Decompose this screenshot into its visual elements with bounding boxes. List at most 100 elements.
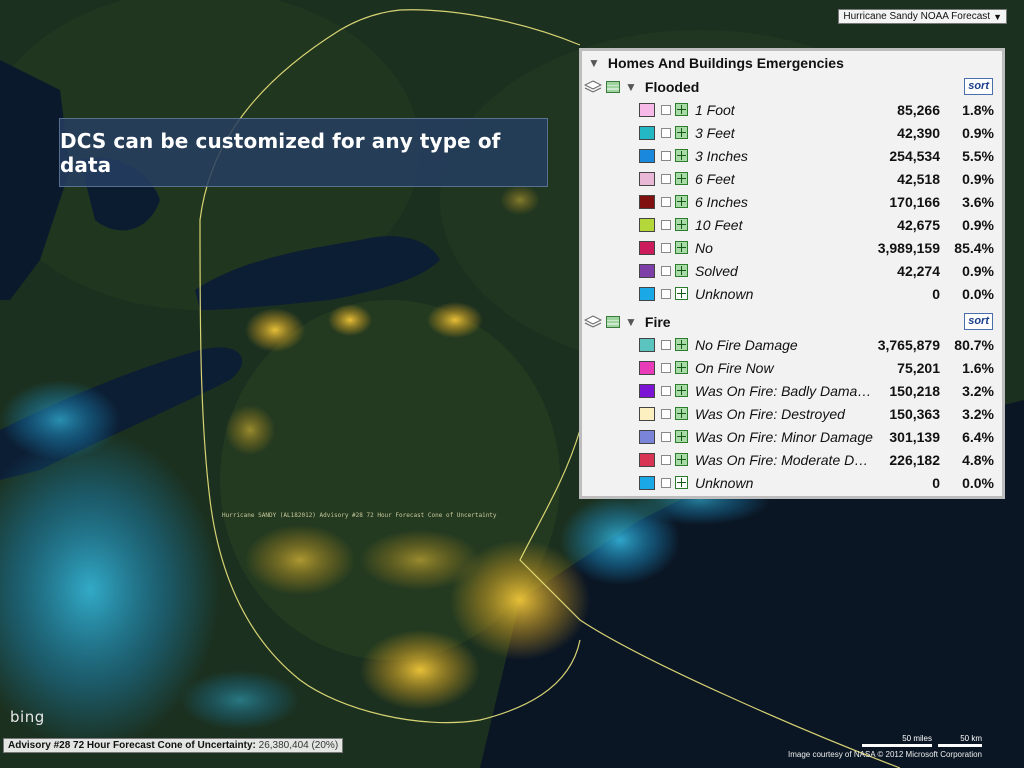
legend-row[interactable]: Was On Fire: Moderate Damage 226,182 4.8% bbox=[582, 448, 1002, 471]
legend-percent: 0.9% bbox=[962, 216, 994, 233]
collapse-triangle-icon[interactable]: ▼ bbox=[625, 315, 637, 329]
add-filter-icon[interactable] bbox=[675, 407, 688, 420]
add-filter-icon[interactable] bbox=[675, 361, 688, 374]
add-filter-icon[interactable] bbox=[675, 103, 688, 116]
legend-count: 42,675 bbox=[897, 216, 940, 233]
add-filter-icon[interactable] bbox=[675, 476, 688, 489]
legend-row[interactable]: 3 Feet 42,390 0.9% bbox=[582, 121, 1002, 144]
color-swatch[interactable] bbox=[639, 217, 655, 232]
add-filter-icon[interactable] bbox=[675, 218, 688, 231]
visibility-checkbox[interactable] bbox=[661, 477, 671, 488]
visibility-checkbox[interactable] bbox=[661, 150, 671, 161]
legend-row[interactable]: Was On Fire: Minor Damage 301,139 6.4% bbox=[582, 425, 1002, 448]
color-swatch[interactable] bbox=[639, 240, 655, 255]
color-swatch[interactable] bbox=[639, 148, 655, 163]
add-filter-icon[interactable] bbox=[675, 264, 688, 277]
color-swatch[interactable] bbox=[639, 360, 655, 375]
legend-row[interactable]: Solved 42,274 0.9% bbox=[582, 259, 1002, 282]
legend-row[interactable]: On Fire Now 75,201 1.6% bbox=[582, 356, 1002, 379]
legend-label: Solved bbox=[695, 262, 738, 279]
layers-icon[interactable] bbox=[584, 314, 602, 329]
legend-row[interactable]: Was On Fire: Badly Damaged 150,218 3.2% bbox=[582, 379, 1002, 402]
scale-bar-km: 50 km bbox=[938, 734, 982, 748]
color-swatch[interactable] bbox=[639, 102, 655, 117]
visibility-checkbox[interactable] bbox=[661, 242, 671, 253]
color-swatch[interactable] bbox=[639, 475, 655, 490]
legend-row[interactable]: 10 Feet 42,675 0.9% bbox=[582, 213, 1002, 236]
visibility-checkbox[interactable] bbox=[661, 431, 671, 442]
legend-count: 150,363 bbox=[889, 405, 940, 422]
sort-button[interactable]: sort bbox=[964, 313, 993, 330]
add-filter-icon[interactable] bbox=[675, 195, 688, 208]
color-swatch[interactable] bbox=[639, 337, 655, 352]
legend-label: 3 Feet bbox=[695, 124, 735, 141]
visibility-checkbox[interactable] bbox=[661, 454, 671, 465]
legend-percent: 0.0% bbox=[962, 474, 994, 491]
color-swatch[interactable] bbox=[639, 286, 655, 301]
visibility-checkbox[interactable] bbox=[661, 288, 671, 299]
legend-row[interactable]: 3 Inches 254,534 5.5% bbox=[582, 144, 1002, 167]
visibility-checkbox[interactable] bbox=[661, 385, 671, 396]
color-swatch[interactable] bbox=[639, 406, 655, 421]
legend-percent: 5.5% bbox=[962, 147, 994, 164]
color-swatch[interactable] bbox=[639, 125, 655, 140]
legend-row[interactable]: Unknown 0 0.0% bbox=[582, 282, 1002, 305]
add-filter-icon[interactable] bbox=[675, 287, 688, 300]
add-filter-icon[interactable] bbox=[675, 172, 688, 185]
legend-percent: 3.6% bbox=[962, 193, 994, 210]
add-filter-icon[interactable] bbox=[675, 241, 688, 254]
group-header-flooded[interactable]: ▼ Flooded sort bbox=[582, 75, 1002, 98]
legend-row[interactable]: No 3,989,159 85.4% bbox=[582, 236, 1002, 259]
add-filter-icon[interactable] bbox=[675, 453, 688, 466]
table-icon[interactable] bbox=[606, 80, 620, 93]
legend-row[interactable]: Was On Fire: Destroyed 150,363 3.2% bbox=[582, 402, 1002, 425]
visibility-checkbox[interactable] bbox=[661, 362, 671, 373]
collapse-triangle-icon[interactable]: ▼ bbox=[625, 80, 637, 94]
layers-icon[interactable] bbox=[584, 79, 602, 94]
scale-miles-label: 50 miles bbox=[902, 734, 932, 743]
color-swatch[interactable] bbox=[639, 171, 655, 186]
add-filter-icon[interactable] bbox=[675, 126, 688, 139]
add-filter-icon[interactable] bbox=[675, 338, 688, 351]
group-header-fire[interactable]: ▼ Fire sort bbox=[582, 310, 1002, 333]
color-swatch[interactable] bbox=[639, 429, 655, 444]
scale-bar-miles: 50 miles bbox=[862, 734, 932, 748]
color-swatch[interactable] bbox=[639, 263, 655, 278]
legend-row[interactable]: 1 Foot 85,266 1.8% bbox=[582, 98, 1002, 121]
group-name: Fire bbox=[644, 313, 671, 330]
group-name: Flooded bbox=[644, 78, 700, 95]
legend-label: 10 Feet bbox=[695, 216, 743, 233]
visibility-checkbox[interactable] bbox=[661, 196, 671, 207]
legend-row[interactable]: 6 Feet 42,518 0.9% bbox=[582, 167, 1002, 190]
lights-area bbox=[427, 302, 483, 338]
legend-row[interactable]: Unknown 0 0.0% bbox=[582, 471, 1002, 494]
visibility-checkbox[interactable] bbox=[661, 408, 671, 419]
visibility-checkbox[interactable] bbox=[661, 265, 671, 276]
legend-row[interactable]: 6 Inches 170,166 3.6% bbox=[582, 190, 1002, 213]
table-icon[interactable] bbox=[606, 315, 620, 328]
visibility-checkbox[interactable] bbox=[661, 173, 671, 184]
layer-selector-dropdown[interactable]: Hurricane Sandy NOAA Forecast ▼ bbox=[838, 9, 1007, 24]
color-swatch[interactable] bbox=[639, 194, 655, 209]
color-swatch[interactable] bbox=[639, 452, 655, 467]
legend-root-header[interactable]: ▼ Homes And Buildings Emergencies bbox=[582, 51, 1002, 75]
visibility-checkbox[interactable] bbox=[661, 104, 671, 115]
visibility-checkbox[interactable] bbox=[661, 127, 671, 138]
legend-label: Was On Fire: Destroyed bbox=[695, 405, 845, 422]
color-swatch[interactable] bbox=[639, 383, 655, 398]
legend-percent: 85.4% bbox=[954, 239, 994, 256]
add-filter-icon[interactable] bbox=[675, 430, 688, 443]
legend-label: Unknown bbox=[695, 285, 754, 302]
lights-area bbox=[225, 405, 275, 455]
scale-km-label: 50 km bbox=[960, 734, 982, 743]
add-filter-icon[interactable] bbox=[675, 384, 688, 397]
legend-label: No bbox=[695, 239, 713, 256]
legend-row[interactable]: No Fire Damage 3,765,879 80.7% bbox=[582, 333, 1002, 356]
add-filter-icon[interactable] bbox=[675, 149, 688, 162]
advisory-label: Advisory #28 72 Hour Forecast Cone of Un… bbox=[8, 740, 256, 751]
sort-button[interactable]: sort bbox=[964, 78, 993, 95]
visibility-checkbox[interactable] bbox=[661, 219, 671, 230]
visibility-checkbox[interactable] bbox=[661, 339, 671, 350]
collapse-triangle-icon[interactable]: ▼ bbox=[588, 56, 600, 70]
legend-label: No Fire Damage bbox=[695, 336, 798, 353]
